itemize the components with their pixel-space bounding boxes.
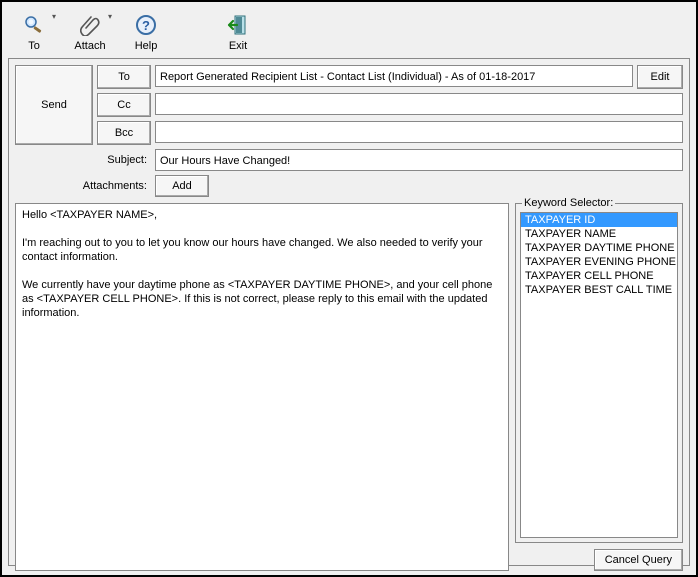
send-button-label: Send [41, 99, 67, 111]
keyword-selector-group: Keyword Selector: TAXPAYER IDTAXPAYER NA… [515, 203, 683, 543]
toolbar: ▾ To ▾ Attach ? [6, 6, 692, 58]
keyword-item[interactable]: TAXPAYER ID [521, 213, 677, 227]
exit-door-icon [227, 12, 249, 38]
keyword-selector-label: Keyword Selector: [522, 197, 615, 209]
subject-field[interactable]: Our Hours Have Changed! [155, 149, 683, 171]
attachments-label: Attachments: [15, 180, 151, 192]
subject-label: Subject: [15, 154, 151, 166]
cancel-query-label: Cancel Query [605, 554, 672, 566]
cc-button-label: Cc [117, 99, 130, 111]
spyglass-icon [22, 12, 46, 38]
keyword-item[interactable]: TAXPAYER BEST CALL TIME [521, 283, 677, 297]
toolbar-exit-label: Exit [229, 40, 247, 52]
recipient-grid: Send To Cc Bcc Report Generated Recipien… [15, 65, 683, 145]
bcc-field[interactable] [155, 121, 683, 143]
send-button[interactable]: Send [15, 65, 93, 145]
dropdown-arrow-icon: ▾ [52, 12, 56, 21]
paperclip-icon [80, 12, 100, 38]
bcc-button-label: Bcc [115, 127, 133, 139]
help-icon: ? [135, 12, 157, 38]
main-panel: Send To Cc Bcc Report Generated Recipien… [8, 58, 690, 566]
toolbar-help-label: Help [135, 40, 158, 52]
attachments-row: Attachments: Add [15, 175, 683, 197]
keyword-panel: Keyword Selector: TAXPAYER IDTAXPAYER NA… [515, 203, 683, 571]
dropdown-arrow-icon: ▾ [108, 12, 112, 21]
add-button-label: Add [172, 180, 192, 192]
email-compose-window: ▾ To ▾ Attach ? [0, 0, 698, 577]
toolbar-to-button[interactable]: ▾ To [10, 8, 58, 52]
cc-button[interactable]: Cc [97, 93, 151, 117]
keyword-item[interactable]: TAXPAYER NAME [521, 227, 677, 241]
cc-field[interactable] [155, 93, 683, 115]
keyword-item[interactable]: TAXPAYER DAYTIME PHONE [521, 241, 677, 255]
edit-button[interactable]: Edit [637, 65, 683, 89]
subject-row: Subject: Our Hours Have Changed! [15, 149, 683, 171]
toolbar-attach-label: Attach [74, 40, 105, 52]
toolbar-attach-button[interactable]: ▾ Attach [66, 8, 114, 52]
toolbar-to-label: To [28, 40, 40, 52]
to-button-label: To [118, 71, 130, 83]
cancel-query-button[interactable]: Cancel Query [594, 549, 683, 571]
keyword-list[interactable]: TAXPAYER IDTAXPAYER NAMETAXPAYER DAYTIME… [520, 212, 678, 538]
keyword-item[interactable]: TAXPAYER EVENING PHONE [521, 255, 677, 269]
edit-button-label: Edit [651, 71, 670, 83]
svg-text:?: ? [142, 18, 150, 33]
to-field[interactable]: Report Generated Recipient List - Contac… [155, 65, 633, 87]
message-body[interactable]: Hello <TAXPAYER NAME>, I'm reaching out … [15, 203, 509, 571]
keyword-item[interactable]: TAXPAYER CELL PHONE [521, 269, 677, 283]
toolbar-help-button[interactable]: ? Help [122, 8, 170, 52]
bcc-button[interactable]: Bcc [97, 121, 151, 145]
toolbar-exit-button[interactable]: Exit [214, 8, 262, 52]
body-area: Hello <TAXPAYER NAME>, I'm reaching out … [15, 203, 683, 571]
to-button[interactable]: To [97, 65, 151, 89]
add-attachment-button[interactable]: Add [155, 175, 209, 197]
